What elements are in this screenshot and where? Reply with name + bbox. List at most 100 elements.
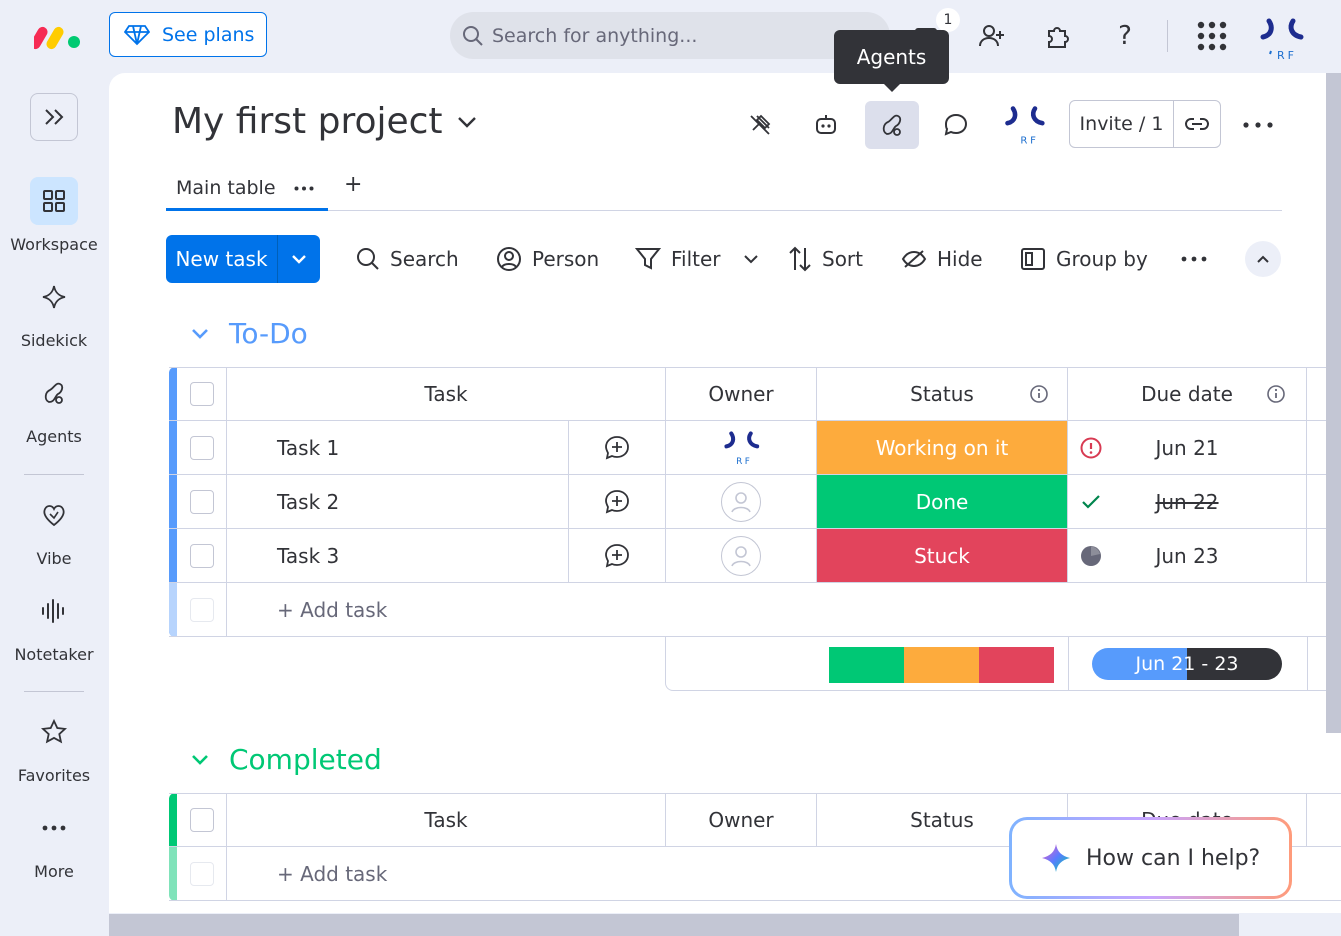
app-grid-icon[interactable] xyxy=(1192,16,1232,56)
see-plans-button[interactable]: See plans xyxy=(109,12,267,57)
column-header-task[interactable]: Task xyxy=(227,368,666,420)
task-name-cell[interactable]: Task 1 xyxy=(227,421,569,474)
automation-robot-icon[interactable] xyxy=(799,101,853,149)
select-all-checkbox[interactable] xyxy=(189,382,214,406)
owner-cell[interactable] xyxy=(666,529,817,582)
row-checkbox[interactable] xyxy=(189,435,214,460)
help-icon[interactable]: ? xyxy=(1105,16,1145,56)
rail-item-vibe[interactable]: Vibe xyxy=(0,491,108,568)
row-checkbox[interactable] xyxy=(189,543,214,568)
person-filter-button[interactable]: Person xyxy=(496,235,599,283)
tab-main-table[interactable]: Main table xyxy=(166,168,328,211)
board-owner-avatar[interactable]: RF xyxy=(997,101,1051,149)
sort-button[interactable]: Sort xyxy=(788,235,863,283)
rail-item-notetaker[interactable]: Notetaker xyxy=(0,587,108,664)
add-update-icon[interactable] xyxy=(569,529,666,582)
date-range-summary[interactable]: Jun 21 - 23 xyxy=(1092,648,1282,680)
tab-menu-icon[interactable] xyxy=(294,186,314,191)
summary-divider xyxy=(1307,637,1308,691)
hide-button[interactable]: Hide xyxy=(901,235,983,283)
info-icon[interactable] xyxy=(1029,384,1049,404)
invite-member-icon[interactable] xyxy=(972,16,1012,56)
agents-icon xyxy=(30,369,78,417)
select-all-checkbox[interactable] xyxy=(189,808,214,832)
tool-label: Sort xyxy=(822,247,863,271)
table-row[interactable]: Task 3 Stuck Jun 23 xyxy=(169,529,1341,583)
table-row[interactable]: Task 1 RF Working on it Jun 21 xyxy=(169,421,1341,475)
status-cell[interactable]: Stuck xyxy=(817,529,1068,582)
chevron-down-icon[interactable] xyxy=(743,254,759,264)
rail-item-agents[interactable]: Agents xyxy=(0,369,108,446)
task-name-cell[interactable]: Task 2 xyxy=(227,475,569,528)
task-name-cell[interactable]: Task 3 xyxy=(227,529,569,582)
diamond-icon xyxy=(124,24,150,45)
monday-logo[interactable] xyxy=(34,22,82,50)
column-header-due-date[interactable]: Due date xyxy=(1068,368,1307,420)
copy-link-button[interactable] xyxy=(1174,101,1220,147)
more-dots-icon xyxy=(30,804,78,852)
rail-item-sidekick[interactable]: Sidekick xyxy=(0,273,108,350)
column-header-status[interactable]: Status xyxy=(817,368,1068,420)
column-header-owner[interactable]: Owner xyxy=(666,794,817,846)
apps-puzzle-icon[interactable] xyxy=(1038,16,1078,56)
rail-item-workspace[interactable]: Workspace xyxy=(0,177,108,254)
group-header-todo[interactable]: To-Do xyxy=(191,317,308,350)
comment-icon[interactable] xyxy=(929,101,983,149)
chevron-down-icon xyxy=(292,255,306,264)
rail-label: Sidekick xyxy=(20,331,88,350)
overdue-alert-icon xyxy=(1080,437,1102,458)
rail-label: Vibe xyxy=(36,549,72,568)
rail-label: Agents xyxy=(26,427,82,446)
filter-button[interactable]: Filter xyxy=(635,235,759,283)
column-header-task[interactable]: Task xyxy=(227,794,666,846)
row-checkbox[interactable] xyxy=(189,489,214,514)
invite-button[interactable]: Invite / 1 xyxy=(1070,101,1174,147)
board-title[interactable]: My first project xyxy=(172,101,477,142)
integrate-off-icon[interactable] xyxy=(733,101,787,149)
add-update-icon[interactable] xyxy=(569,475,666,528)
board-menu-icon[interactable] xyxy=(1231,101,1285,149)
status-cell[interactable]: Done xyxy=(817,475,1068,528)
group-title: To-Do xyxy=(229,317,308,350)
grid-icon xyxy=(30,177,78,225)
new-task-button-group: New task xyxy=(166,235,320,283)
rail-item-favorites[interactable]: Favorites xyxy=(0,708,108,785)
due-date-cell[interactable]: Jun 22 xyxy=(1068,475,1307,528)
toolbar-more-icon[interactable] xyxy=(1181,235,1207,283)
add-view-button[interactable]: + xyxy=(344,172,362,197)
owner-cell[interactable]: RF xyxy=(666,421,817,474)
due-date-cell[interactable]: Jun 21 xyxy=(1068,421,1307,474)
ai-help-widget[interactable]: How can I help? xyxy=(1009,817,1292,899)
due-date-cell[interactable]: Jun 23 xyxy=(1068,529,1307,582)
sparkle-icon xyxy=(30,273,78,321)
ai-help-inner: How can I help? xyxy=(1012,820,1289,896)
clock-progress-icon xyxy=(1081,545,1101,566)
owner-cell[interactable] xyxy=(666,475,817,528)
new-task-dropdown[interactable] xyxy=(278,235,320,283)
info-icon[interactable] xyxy=(1266,384,1286,404)
ai-help-text: How can I help? xyxy=(1086,845,1261,871)
status-distribution-bar[interactable] xyxy=(829,647,1055,683)
horizontal-scrollbar[interactable] xyxy=(109,914,1239,936)
table-row[interactable]: Task 2 Done Jun 22 xyxy=(169,475,1341,529)
group-title: Completed xyxy=(229,743,382,776)
rail-item-more[interactable]: More xyxy=(0,804,108,881)
column-header-label: Due date xyxy=(1141,382,1233,406)
status-cell[interactable]: Working on it xyxy=(817,421,1068,474)
agents-icon[interactable] xyxy=(865,101,919,149)
expand-sidebar-button[interactable] xyxy=(30,93,78,141)
global-search-input[interactable]: Search for anything... xyxy=(450,12,890,59)
group-by-button[interactable]: Group by xyxy=(1020,235,1148,283)
rail-divider xyxy=(24,474,84,475)
search-tool-button[interactable]: Search xyxy=(356,235,459,283)
user-avatar[interactable]: RF xyxy=(1254,14,1308,64)
add-update-icon[interactable] xyxy=(569,421,666,474)
collapse-header-button[interactable] xyxy=(1245,241,1281,277)
column-header-owner[interactable]: Owner xyxy=(666,368,817,420)
agents-tooltip: Agents xyxy=(834,30,949,92)
vertical-scrollbar[interactable] xyxy=(1326,73,1341,733)
todo-table: Task Owner Status Due date Task 1 RF Wor… xyxy=(169,367,1341,637)
new-task-button[interactable]: New task xyxy=(166,235,278,283)
add-task-input[interactable]: + Add task xyxy=(227,583,1341,636)
group-header-completed[interactable]: Completed xyxy=(191,743,382,776)
